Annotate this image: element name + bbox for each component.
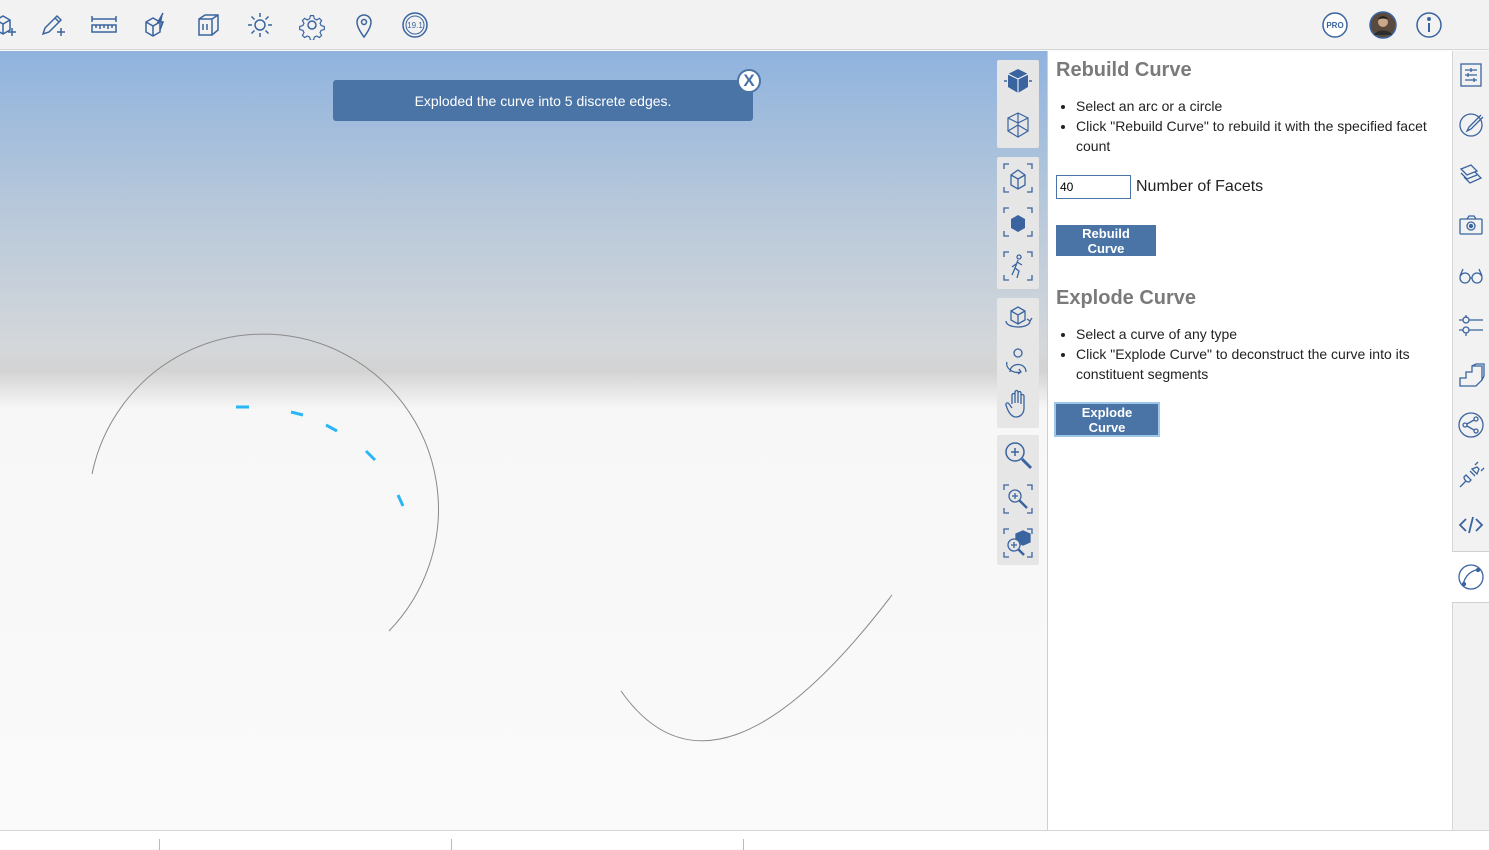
- status-divider: [743, 839, 744, 850]
- top-toolbar: 19.1 PRO: [0, 0, 1489, 50]
- zoom-window-icon[interactable]: [1000, 481, 1036, 517]
- code-icon[interactable]: [1453, 503, 1489, 547]
- zoom-box-icon[interactable]: [1000, 525, 1036, 561]
- lower-arc-curve[interactable]: [620, 594, 893, 742]
- zoom-group: [997, 435, 1039, 565]
- rebuild-curve-title: Rebuild Curve: [1056, 59, 1192, 81]
- version-badge-icon[interactable]: 19.1: [398, 8, 432, 42]
- navigation-group: [997, 298, 1039, 428]
- status-divider: [159, 839, 160, 850]
- highlight-segment[interactable]: [364, 449, 377, 462]
- box-plus-icon[interactable]: [0, 8, 20, 42]
- explode-curve-title: Explode Curve: [1056, 287, 1197, 309]
- rebuild-instructions: Select an arc or a circle Click "Rebuild…: [1056, 96, 1456, 156]
- pro-label: PRO: [1326, 21, 1343, 30]
- highlight-segment[interactable]: [396, 494, 405, 507]
- ruler-icon[interactable]: [87, 8, 121, 42]
- list-item: Select a curve of any type: [1076, 324, 1456, 344]
- properties-list-icon[interactable]: [1453, 53, 1489, 97]
- curve-canvas[interactable]: [0, 51, 1047, 830]
- user-avatar[interactable]: [1366, 8, 1400, 42]
- stairs-icon[interactable]: [1453, 353, 1489, 397]
- status-bar: [0, 830, 1489, 850]
- zoom-extents-group: [997, 157, 1039, 289]
- sliders-icon[interactable]: [1453, 303, 1489, 347]
- layers-icon[interactable]: [1453, 153, 1489, 197]
- info-icon[interactable]: [1412, 8, 1446, 42]
- walk-person-icon[interactable]: [1000, 248, 1036, 284]
- gear-icon[interactable]: [295, 8, 329, 42]
- toast-message: Exploded the curve into 5 discrete edges…: [414, 92, 672, 109]
- explode-instructions: Select a curve of any type Click "Explod…: [1056, 324, 1456, 384]
- facets-label: Number of Facets: [1136, 178, 1264, 195]
- zoom-in-icon[interactable]: [1000, 437, 1036, 473]
- highlight-segment[interactable]: [325, 423, 338, 433]
- box-lightning-icon[interactable]: [139, 8, 173, 42]
- list-item: Click "Explode Curve" to deconstruct the…: [1076, 344, 1456, 384]
- sun-icon[interactable]: [243, 8, 277, 42]
- highlight-segment[interactable]: [290, 410, 304, 417]
- list-item: Select an arc or a circle: [1076, 96, 1456, 116]
- notification-toast: Exploded the curve into 5 discrete edges…: [333, 80, 753, 121]
- paint-brush-icon[interactable]: [1453, 103, 1489, 147]
- view-mode-group: [997, 60, 1039, 148]
- status-divider: [451, 839, 452, 850]
- glasses-icon[interactable]: [1453, 253, 1489, 297]
- cube-wireframe-icon[interactable]: [1000, 107, 1036, 143]
- camera-icon[interactable]: [1453, 203, 1489, 247]
- zoom-extents-house-icon[interactable]: [1000, 160, 1036, 196]
- curve-tools-panel: Rebuild Curve Select an arc or a circle …: [1047, 51, 1452, 830]
- exploded-arc-curve[interactable]: [91, 333, 439, 632]
- 3d-viewport[interactable]: Exploded the curve into 5 discrete edges…: [0, 51, 1047, 830]
- curve-tool-icon[interactable]: [1452, 551, 1489, 603]
- pro-badge-icon[interactable]: PRO: [1318, 8, 1352, 42]
- pencil-plus-icon[interactable]: [35, 8, 69, 42]
- look-around-icon[interactable]: [1000, 343, 1036, 379]
- version-label: 19.1: [407, 21, 423, 30]
- share-network-icon[interactable]: [1453, 403, 1489, 447]
- facets-input[interactable]: [1056, 175, 1131, 199]
- toast-close-button[interactable]: X: [737, 69, 761, 93]
- cube-solid-icon[interactable]: [1000, 63, 1036, 99]
- side-tab-strip: [1452, 51, 1489, 830]
- zoom-selection-icon[interactable]: [1000, 204, 1036, 240]
- rebuild-curve-button[interactable]: Rebuild Curve: [1056, 225, 1156, 256]
- pan-hand-icon[interactable]: [1000, 386, 1036, 422]
- list-item: Click "Rebuild Curve" to rebuild it with…: [1076, 116, 1456, 156]
- explode-curve-button[interactable]: Explode Curve: [1054, 402, 1160, 437]
- box-frame-icon[interactable]: [191, 8, 225, 42]
- map-pin-icon[interactable]: [347, 8, 381, 42]
- orbit-icon[interactable]: [1000, 300, 1036, 336]
- plugin-icon[interactable]: [1453, 453, 1489, 497]
